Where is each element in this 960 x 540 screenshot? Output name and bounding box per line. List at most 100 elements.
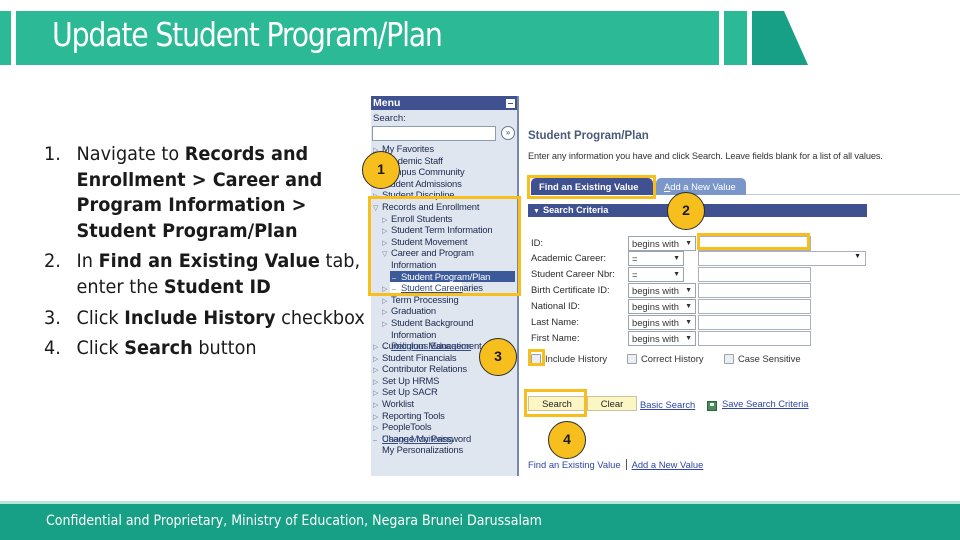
value-input[interactable]	[698, 267, 811, 282]
menu-item-label: Reporting Tools	[382, 409, 445, 421]
step-text: Navigate to	[76, 143, 185, 165]
menu-item[interactable]: Information	[371, 259, 517, 271]
dropdown-arrow-icon: ▼	[673, 255, 680, 262]
include-history-label: Include History	[545, 353, 608, 364]
dash-icon: –	[392, 286, 396, 294]
collapse-arrow-icon: ▷	[382, 320, 388, 328]
menu-item-label: Student Discipline	[382, 189, 455, 201]
search-button[interactable]: Search	[528, 396, 586, 411]
include-history-checkbox[interactable]: Include History	[531, 353, 607, 364]
operator-select[interactable]: begins with ▼	[628, 236, 696, 251]
collapse-icon[interactable]	[506, 99, 515, 108]
banner-accent-bar	[0, 11, 11, 65]
banner-stripe	[724, 11, 747, 65]
collapse-arrow-icon: ▼	[533, 208, 540, 215]
callout-step-4: 4	[548, 421, 586, 459]
callout-step-3: 3	[479, 338, 517, 376]
page-title: Student Program/Plan	[528, 130, 649, 142]
case-sensitive-checkbox[interactable]: Case Sensitive	[724, 353, 801, 364]
menu-item-label: Career and Program	[391, 247, 474, 259]
dropdown-arrow-icon: ▼	[685, 303, 692, 310]
menu-item[interactable]: ▷ Graduation	[371, 305, 517, 317]
value-input[interactable]	[698, 315, 811, 330]
case-sensitive-label: Case Sensitive	[738, 353, 801, 364]
menu-item[interactable]: ▷ PeopleTools	[371, 421, 517, 433]
instruction-step: 4. Click Search button	[44, 336, 370, 362]
menu-item[interactable]: ▷ Set Up SACR	[371, 386, 517, 398]
menu-item[interactable]: My Personalizations	[371, 444, 517, 456]
menu-item[interactable]: – Usage Monitoring	[371, 433, 453, 445]
dropdown-arrow-icon: ▼	[685, 319, 692, 326]
menu-item[interactable]: ▷ Student Background	[371, 317, 517, 329]
tab-add-new-value[interactable]: Add a New Value	[656, 178, 746, 195]
menu-item[interactable]: ▷ Student Movement	[371, 236, 517, 248]
instruction-step: 3. Click Include History checkbox	[44, 306, 370, 332]
menu-item[interactable]: ▷ My Favorites	[371, 143, 517, 155]
save-search-criteria-link[interactable]: Save Search Criteria	[722, 398, 809, 409]
menu-item[interactable]: ▽ Career and Program	[371, 247, 517, 259]
tab-find-existing-value[interactable]: Find an Existing Value	[531, 178, 653, 195]
menu-item[interactable]: – Religious Education	[371, 340, 471, 352]
search-go-icon[interactable]: »	[501, 126, 515, 140]
instruction-steps: 1. Navigate to Records and Enrollment > C…	[44, 142, 374, 367]
case-sensitive-box[interactable]	[724, 353, 734, 364]
value-select[interactable]: ▼	[698, 251, 866, 266]
step-emphasis: Search	[124, 337, 193, 360]
menu-item[interactable]: ▽ Records and Enrollment	[371, 201, 517, 213]
clear-button[interactable]: Clear	[587, 396, 637, 411]
menu-item-label: Student Financials	[382, 351, 457, 363]
menu-item-label: Set Up SACR	[382, 386, 438, 398]
menu-item[interactable]: ▷ Set Up HRMS	[371, 375, 517, 387]
slide-title: Update Student Program/Plan	[52, 15, 443, 54]
expand-arrow-icon: ▽	[373, 204, 379, 212]
tab-add-new-value-label: dd a New Value	[670, 181, 736, 192]
tab-divider	[746, 194, 960, 195]
menu-item[interactable]: – Student Career	[390, 282, 463, 294]
dropdown-arrow-icon: ▼	[673, 271, 680, 278]
menu-item[interactable]: ▷ Student Discipline	[371, 189, 517, 201]
menu-item-label: Religious Education	[391, 340, 472, 352]
save-icon[interactable]	[707, 401, 717, 411]
value-input[interactable]	[698, 331, 811, 346]
operator-value: begins with	[632, 333, 679, 344]
include-history-box[interactable]	[531, 353, 541, 364]
operator-select[interactable]: begins with ▼	[628, 315, 696, 330]
operator-select[interactable]: = ▼	[628, 267, 684, 282]
link-separator	[625, 459, 627, 470]
operator-select[interactable]: begins with ▼	[628, 331, 696, 346]
menu-item-label: Student Program/Plan	[401, 270, 491, 282]
menu-item[interactable]: ▷ Worklist	[371, 398, 517, 410]
menu-item-label: Graduation	[391, 305, 436, 317]
add-new-value-link[interactable]: Add a New Value	[632, 459, 704, 470]
operator-select[interactable]: begins with ▼	[628, 283, 696, 298]
banner-trapezoid	[752, 11, 808, 65]
menu-search-input[interactable]	[372, 126, 496, 141]
menu-item[interactable]: ▷ Enroll Students	[371, 213, 517, 225]
menu-item-label: Contributor Relations	[382, 363, 467, 375]
operator-select[interactable]: begins with ▼	[628, 299, 696, 314]
search-field-row: ID: begins with ▼	[531, 236, 951, 251]
step-text: Click	[76, 337, 125, 360]
value-input[interactable]	[698, 236, 811, 251]
operator-select[interactable]: = ▼	[628, 251, 684, 266]
field-label: Last Name:	[531, 316, 579, 327]
dropdown-arrow-icon: ▼	[685, 335, 692, 342]
dropdown-arrow-icon: ▼	[685, 287, 692, 294]
correct-history-checkbox[interactable]: Correct History	[627, 353, 704, 364]
operator-value: begins with	[632, 317, 679, 328]
footer-text: Confidential and Proprietary, Ministry o…	[46, 513, 542, 529]
menu-item[interactable]: – Student Program/Plan	[390, 270, 515, 283]
search-field-row: Birth Certificate ID: begins with ▼	[531, 283, 951, 298]
callout-step-1: 1	[362, 151, 400, 189]
basic-search-link[interactable]: Basic Search	[640, 399, 695, 410]
field-label: National ID:	[531, 300, 580, 311]
find-existing-value-link[interactable]: Find an Existing Value	[528, 459, 621, 470]
search-options: Include History Correct History Case Sen…	[531, 353, 951, 367]
value-input[interactable]	[698, 283, 811, 298]
value-input[interactable]	[698, 299, 811, 314]
menu-item[interactable]: ▷ Student Term Information	[371, 224, 517, 236]
search-field-row: Last Name: begins with ▼	[531, 315, 951, 330]
menu-item[interactable]: ▷ Reporting Tools	[371, 410, 517, 422]
correct-history-box[interactable]	[627, 353, 637, 364]
step-number: 3.	[44, 306, 61, 329]
